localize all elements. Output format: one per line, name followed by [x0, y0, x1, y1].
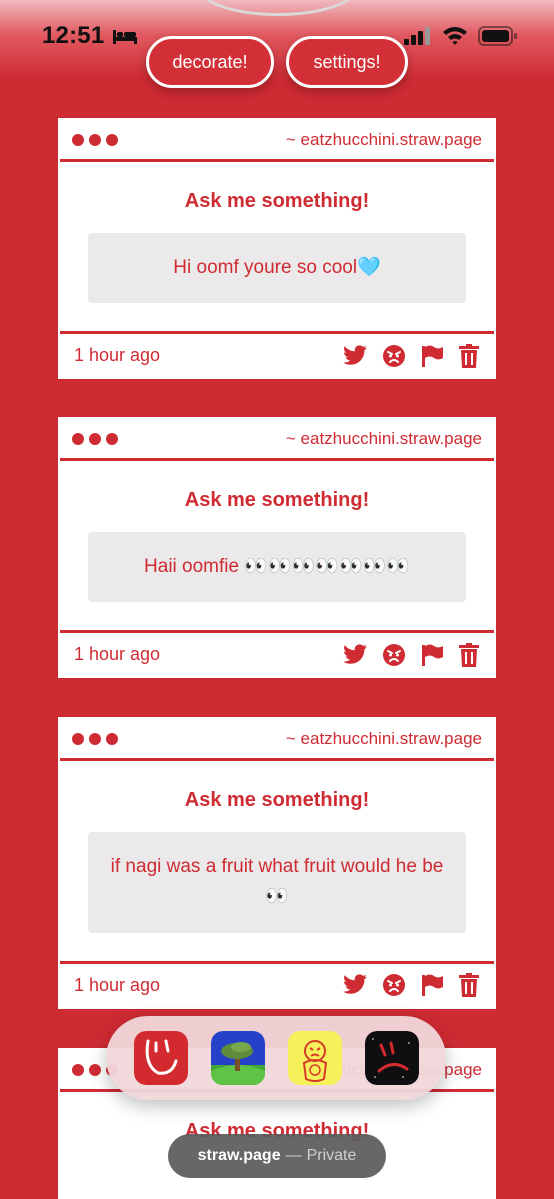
status-bar: 12:51 — [0, 0, 554, 78]
window-dots — [72, 432, 118, 445]
question-card: ~ eatzhucchini.straw.page Ask me somethi… — [58, 417, 496, 679]
card-title: Ask me something! — [184, 489, 370, 511]
top-arc-decoration — [198, 0, 358, 16]
card-actions — [342, 642, 480, 667]
card-header: ~ eatzhucchini.straw.page — [60, 120, 494, 162]
window-dot — [89, 133, 101, 146]
question-text: Haii oomfie 👀👀👀👀👀👀👀 — [88, 532, 466, 603]
angry-face-icon[interactable] — [382, 344, 406, 368]
app-dock — [106, 1016, 446, 1100]
url-separator: — — [285, 1147, 302, 1164]
tree-landscape-app-icon[interactable] — [210, 1031, 265, 1085]
flag-icon[interactable] — [420, 643, 444, 667]
card-body: Ask me something! if nagi was a fruit wh… — [60, 761, 494, 961]
twitter-icon[interactable] — [342, 345, 368, 367]
dark-frown-app-icon[interactable] — [364, 1031, 419, 1085]
window-dot — [72, 1063, 84, 1076]
window-dot — [106, 732, 118, 745]
flag-icon[interactable] — [420, 973, 444, 997]
window-dot — [106, 133, 118, 146]
card-title: Ask me something! — [184, 190, 370, 212]
trash-icon[interactable] — [458, 343, 480, 368]
status-time: 12:51 — [42, 22, 105, 49]
browser-url-bar[interactable]: straw.page — Private — [168, 1134, 386, 1178]
window-dot — [72, 133, 84, 146]
window-dot — [72, 432, 84, 445]
twitter-icon[interactable] — [342, 974, 368, 996]
window-dot — [89, 1063, 101, 1076]
flag-icon[interactable] — [420, 344, 444, 368]
bed-icon — [113, 30, 137, 44]
card-footer: 1 hour ago — [60, 630, 494, 676]
trash-icon[interactable] — [458, 642, 480, 667]
window-dot — [72, 732, 84, 745]
question-card: ~ eatzhucchini.straw.page Ask me somethi… — [58, 717, 496, 1009]
trash-icon[interactable] — [458, 973, 480, 998]
window-dots — [72, 133, 118, 146]
battery-icon — [478, 26, 517, 46]
card-footer: 1 hour ago — [60, 960, 494, 1007]
card-actions — [342, 343, 480, 368]
signal-icon — [404, 27, 430, 45]
timestamp: 1 hour ago — [74, 644, 161, 665]
card-title: Ask me something! — [184, 789, 370, 811]
card-footer: 1 hour ago — [60, 331, 494, 377]
angry-face-icon[interactable] — [382, 973, 406, 997]
card-header: ~ eatzhucchini.straw.page — [60, 419, 494, 461]
window-dot — [89, 732, 101, 745]
red-smile-app-icon[interactable] — [133, 1031, 188, 1085]
timestamp: 1 hour ago — [74, 345, 161, 366]
window-dots — [72, 732, 118, 745]
card-url[interactable]: ~ eatzhucchini.straw.page — [286, 729, 482, 749]
settings-button[interactable]: settings! — [286, 36, 408, 88]
window-dot — [89, 432, 101, 445]
card-body: Ask me something! Hi oomf youre so cool🩵 — [60, 162, 494, 331]
window-dot — [106, 432, 118, 445]
timestamp: 1 hour ago — [74, 974, 161, 995]
url-domain: straw.page — [197, 1147, 281, 1164]
angry-face-icon[interactable] — [382, 643, 406, 667]
yellow-money-app-icon[interactable] — [287, 1031, 342, 1085]
question-text: Hi oomf youre so cool🩵 — [88, 233, 466, 304]
question-card: ~ eatzhucchini.straw.page Ask me somethi… — [58, 118, 496, 380]
question-text: if nagi was a fruit what fruit would he … — [88, 832, 466, 933]
decorate-button[interactable]: decorate! — [146, 36, 274, 88]
private-mode-label: Private — [306, 1147, 357, 1164]
card-url[interactable]: ~ eatzhucchini.straw.page — [286, 130, 482, 150]
card-actions — [342, 973, 480, 998]
wifi-icon — [443, 27, 467, 45]
card-header: ~ eatzhucchini.straw.page — [60, 719, 494, 761]
twitter-icon[interactable] — [342, 644, 368, 666]
card-url[interactable]: ~ eatzhucchini.straw.page — [286, 429, 482, 449]
card-body: Ask me something! Haii oomfie 👀👀👀👀👀👀👀 — [60, 461, 494, 630]
